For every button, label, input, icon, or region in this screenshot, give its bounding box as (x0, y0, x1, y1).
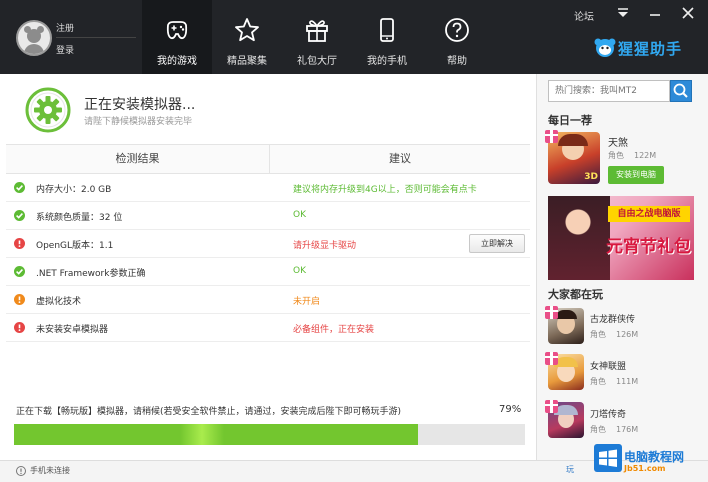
installing-gear-icon (25, 87, 71, 133)
popular-game-meta: 角色 126M (590, 330, 639, 339)
phone-icon (380, 18, 394, 42)
right-sidebar: 每日一荐 3D 天煞 角色122M 安装到电脑 自由之战电脑版 元宵节礼包 大家… (536, 74, 708, 460)
watermark-title: 电脑教程网 (624, 450, 685, 464)
watermark-url: Jb51.com (624, 464, 666, 473)
warning-icon (14, 294, 25, 305)
download-percent: 79% (499, 404, 522, 415)
check-table-header: 检测结果 建议 (6, 144, 530, 174)
popular-game-name[interactable]: 古龙群侠传 (590, 312, 635, 325)
fix-now-button[interactable]: 立即解决 (469, 234, 525, 253)
check-advice: 建议将内存升级到4G以上，否则可能会有点卡 (293, 185, 477, 195)
user-divider (56, 37, 136, 38)
gift-badge-icon (545, 400, 558, 413)
install-panel: 正在安装模拟器... 请陛下静候模拟器安装完毕 检测结果 建议 内存大小：2.0… (0, 74, 536, 460)
check-advice: OK (293, 210, 306, 220)
search-button[interactable] (670, 80, 692, 102)
close-icon[interactable] (677, 4, 699, 22)
popular-game-name[interactable]: 刀塔传奇 (590, 407, 626, 420)
check-row: 虚拟化技术 未开启 (6, 286, 530, 314)
install-title: 正在安装模拟器... (84, 97, 196, 113)
check-ok-icon (14, 182, 25, 193)
nav-label: 帮助 (447, 56, 467, 67)
nav-help[interactable]: 帮助 (422, 0, 492, 74)
popular-game-meta: 角色 176M (590, 425, 639, 434)
site-watermark: 电脑教程网 Jb51.com (592, 440, 704, 480)
monkey-logo-icon (594, 38, 616, 57)
header-advice: 建议 (389, 152, 411, 165)
footer-right-link[interactable]: 玩 (566, 464, 574, 475)
check-row: 未安装安卓模拟器 必备组件，正在安装 (6, 314, 530, 342)
search-icon (673, 83, 688, 98)
user-panel: 注册 登录 (16, 18, 136, 58)
download-status-text: 正在下载【畅玩版】模拟器，请稍候(若受安全软件禁止，请通过，安装完成后陛下即可畅… (16, 407, 402, 417)
brand-name: 猩猩助手 (618, 40, 683, 58)
check-rows: 内存大小：2.0 GB 建议将内存升级到4G以上，否则可能会有点卡系统颜色质量：3… (6, 174, 530, 342)
check-ok-icon (14, 210, 25, 221)
check-row: 系统颜色质量：32 位 OK (6, 202, 530, 230)
nav-gift-hall[interactable]: 礼包大厅 (282, 0, 352, 74)
gift-icon (306, 20, 328, 42)
check-item-label: 系统颜色质量：32 位 (36, 213, 123, 223)
register-link[interactable]: 注册 (56, 21, 74, 34)
gift-badge-icon (545, 306, 558, 319)
check-row: .NET Framework参数正确 OK (6, 258, 530, 286)
install-subtitle: 请陛下静候模拟器安装完毕 (84, 117, 193, 127)
header-result: 检测结果 (6, 145, 270, 173)
check-item-label: 虚拟化技术 (36, 297, 82, 307)
forum-link[interactable]: 论坛 (574, 8, 594, 23)
gift-badge-icon (545, 130, 558, 143)
help-icon (445, 18, 469, 42)
check-table: 检测结果 建议 内存大小：2.0 GB 建议将内存升级到4G以上，否则可能会有点卡… (6, 144, 530, 342)
error-icon (14, 322, 25, 333)
check-advice: 未开启 (293, 297, 321, 307)
check-row: OpenGL版本：1.1 请升级显卡驱动 立即解决 (6, 230, 530, 258)
nav-label: 我的手机 (367, 56, 407, 67)
gift-badge-icon (545, 352, 558, 365)
info-icon (16, 466, 26, 476)
banner-headline: 元宵节礼包 (606, 237, 691, 257)
star-icon (235, 18, 259, 42)
featured-game-meta: 角色 122M (608, 151, 657, 160)
banner-character (548, 196, 610, 280)
search-input[interactable] (548, 80, 670, 102)
nav-label: 精品聚集 (227, 56, 267, 67)
phone-connection-status: 手机未连接 (30, 466, 70, 475)
top-bar: 注册 登录 我的游戏 精品聚集 礼包大厅 我的手机 帮助 论坛 猩猩助手 (0, 0, 708, 74)
install-to-pc-button[interactable]: 安装到电脑 (608, 166, 664, 184)
daily-pick-title: 每日一荐 (548, 114, 592, 127)
download-progress-bar (14, 424, 525, 445)
nav-label: 我的游戏 (157, 56, 197, 67)
nav-my-games[interactable]: 我的游戏 (142, 0, 212, 74)
check-item-label: 内存大小：2.0 GB (36, 185, 112, 195)
check-advice: 请升级显卡驱动 (293, 241, 357, 251)
check-row: 内存大小：2.0 GB 建议将内存升级到4G以上，否则可能会有点卡 (6, 174, 530, 202)
popular-game-name[interactable]: 女神联盟 (590, 359, 626, 372)
dropdown-menu-icon[interactable] (612, 4, 634, 22)
check-advice: 必备组件，正在安装 (293, 325, 375, 335)
check-item-label: 未安装安卓模拟器 (36, 325, 109, 335)
minimize-icon[interactable] (644, 4, 666, 22)
nav-featured[interactable]: 精品聚集 (212, 0, 282, 74)
popular-title: 大家都在玩 (548, 288, 603, 301)
check-ok-icon (14, 266, 25, 277)
brand-logo: 猩猩助手 (594, 36, 704, 62)
error-icon (14, 238, 25, 249)
popular-game-meta: 角色 111M (590, 377, 639, 386)
check-advice: OK (293, 266, 306, 276)
windows-logo-icon (594, 444, 622, 472)
progress-shine (180, 424, 224, 445)
avatar[interactable] (16, 20, 52, 56)
login-link[interactable]: 登录 (56, 43, 74, 56)
promo-banner[interactable]: 自由之战电脑版 元宵节礼包 (548, 196, 694, 280)
main-nav: 我的游戏 精品聚集 礼包大厅 我的手机 帮助 (142, 0, 492, 74)
nav-label: 礼包大厅 (297, 56, 337, 67)
featured-game-name[interactable]: 天煞 (608, 134, 628, 149)
banner-caption: 自由之战电脑版 (608, 206, 690, 222)
nav-my-phone[interactable]: 我的手机 (352, 0, 422, 74)
gamepad-icon (166, 21, 188, 40)
check-item-label: OpenGL版本：1.1 (36, 241, 114, 251)
check-item-label: .NET Framework参数正确 (36, 269, 146, 279)
